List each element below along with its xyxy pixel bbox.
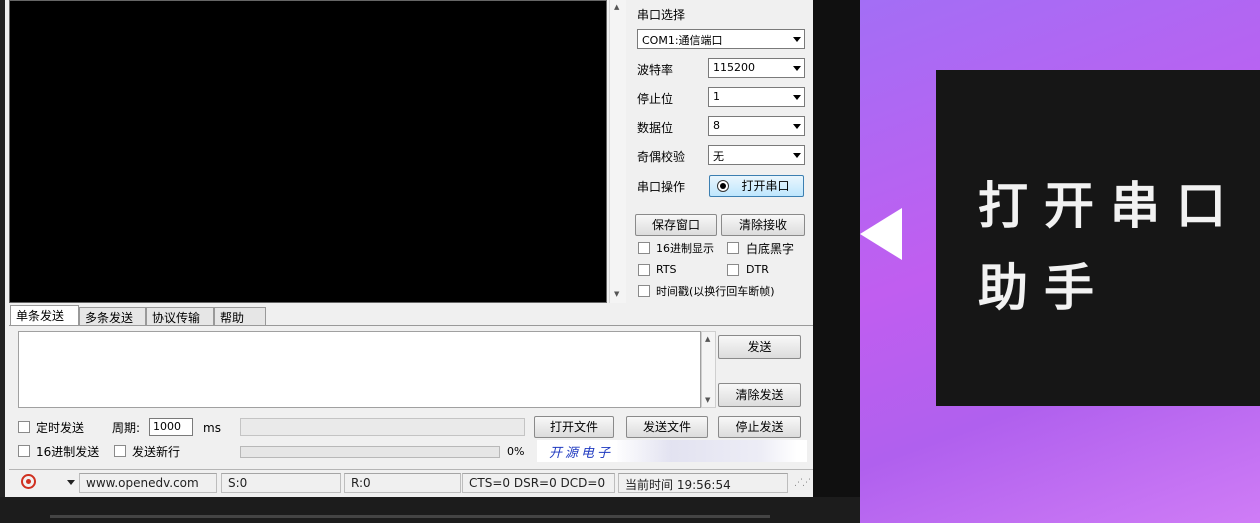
chevron-down-icon xyxy=(793,66,801,71)
send-newline-label: 发送新行 xyxy=(132,445,181,459)
resize-grip-icon[interactable]: ⋰⋰ xyxy=(794,478,811,488)
send-file-button[interactable]: 发送文件 xyxy=(626,416,708,438)
tab-single-send[interactable]: 单条发送 xyxy=(10,305,79,326)
slide-card: 打开串口 助手 xyxy=(936,70,1260,406)
data-bits-value: 8 xyxy=(713,119,720,132)
white-bg-label: 白底黑字 xyxy=(746,242,795,256)
status-line-signals: CTS=0 DSR=0 DCD=0 xyxy=(462,473,615,493)
presentation-slide: 打开串口 助手 xyxy=(860,0,1260,523)
stop-bits-value: 1 xyxy=(713,90,720,103)
send-progress-bar xyxy=(240,446,500,458)
status-sent-count: S:0 xyxy=(221,473,341,493)
arrow-left-icon xyxy=(860,208,902,260)
hex-display-checkbox[interactable] xyxy=(638,242,650,254)
parity-label: 奇偶校验 xyxy=(637,150,686,164)
stop-send-button[interactable]: 停止发送 xyxy=(718,416,801,438)
chevron-down-icon[interactable] xyxy=(67,480,75,485)
scroll-up-icon[interactable]: ▲ xyxy=(614,3,619,11)
tab-protocol[interactable]: 协议传输 xyxy=(146,307,214,325)
baud-rate-value: 115200 xyxy=(713,61,755,74)
file-path-field[interactable] xyxy=(240,418,525,436)
status-website[interactable]: www.openedv.com xyxy=(79,473,217,493)
port-select-combo[interactable]: COM1:通信端口 xyxy=(637,29,805,49)
send-scrollbar[interactable]: ▲ ▼ xyxy=(701,331,716,408)
open-file-button[interactable]: 打开文件 xyxy=(534,416,614,438)
chevron-down-icon xyxy=(793,95,801,100)
status-recv-count: R:0 xyxy=(344,473,461,493)
stop-bits-label: 停止位 xyxy=(637,92,674,106)
banner-blur xyxy=(617,440,797,462)
save-window-button[interactable]: 保存窗口 xyxy=(635,214,717,236)
dtr-checkbox[interactable] xyxy=(727,264,739,276)
receive-scrollbar[interactable]: ▲ ▼ xyxy=(609,0,626,303)
tab-help[interactable]: 帮助 xyxy=(214,307,266,325)
clear-receive-button[interactable]: 清除接收 xyxy=(721,214,805,236)
tab-multi-send[interactable]: 多条发送 xyxy=(79,307,146,325)
tab-divider xyxy=(9,325,813,326)
scroll-down-icon[interactable]: ▼ xyxy=(614,290,619,298)
rts-label: RTS xyxy=(656,263,677,276)
open-port-button[interactable]: 打开串口 xyxy=(709,175,804,197)
status-current-time: 当前时间 19:56:54 xyxy=(618,473,788,493)
clear-send-button[interactable]: 清除发送 xyxy=(718,383,801,407)
parity-combo[interactable]: 无 xyxy=(708,145,805,165)
send-button[interactable]: 发送 xyxy=(718,335,801,359)
parity-value: 无 xyxy=(713,150,724,163)
port-select-value: COM1:通信端口 xyxy=(642,34,723,47)
dtr-label: DTR xyxy=(746,263,769,276)
send-newline-checkbox[interactable] xyxy=(114,445,126,457)
timestamp-checkbox[interactable] xyxy=(638,285,650,297)
open-port-label: 打开串口 xyxy=(741,179,790,193)
monitor-bottom-bezel xyxy=(0,497,860,523)
stop-bits-combo[interactable]: 1 xyxy=(708,87,805,107)
period-label: 周期: xyxy=(112,421,141,435)
progress-percent: 0% xyxy=(507,445,525,458)
white-bg-checkbox[interactable] xyxy=(727,242,739,254)
hex-display-label: 16进制显示 xyxy=(656,242,714,255)
period-input[interactable]: 1000 xyxy=(149,418,193,436)
slide-title-line-1: 打开串口 xyxy=(978,176,1242,235)
timestamp-label: 时间戳(以换行回车断帧) xyxy=(656,285,775,298)
serial-assistant-window: ▲ ▼ 串口选择 COM1:通信端口 波特率 115200 停止位 1 数据位 … xyxy=(5,0,813,497)
scroll-down-icon[interactable]: ▼ xyxy=(705,396,710,404)
data-bits-label: 数据位 xyxy=(637,121,674,135)
baud-rate-label: 波特率 xyxy=(637,63,674,77)
port-operation-label: 串口操作 xyxy=(637,180,686,194)
rts-checkbox[interactable] xyxy=(638,264,650,276)
chevron-down-icon xyxy=(793,124,801,129)
radio-indicator-icon xyxy=(717,180,729,192)
banner-text: 开源电子 xyxy=(549,446,614,461)
scroll-up-icon[interactable]: ▲ xyxy=(705,335,710,343)
baud-rate-combo[interactable]: 115200 xyxy=(708,58,805,78)
timed-send-checkbox[interactable] xyxy=(18,421,30,433)
port-select-label: 串口选择 xyxy=(637,8,686,22)
chevron-down-icon xyxy=(793,37,801,42)
record-icon[interactable] xyxy=(21,474,36,489)
hex-send-label: 16进制发送 xyxy=(36,445,100,459)
hex-send-checkbox[interactable] xyxy=(18,445,30,457)
slide-title-line-2: 助手 xyxy=(978,258,1110,317)
timed-send-label: 定时发送 xyxy=(36,421,85,435)
send-input[interactable] xyxy=(18,331,701,408)
period-unit: ms xyxy=(203,421,221,435)
banner-ad[interactable]: 开源电子 xyxy=(537,440,807,462)
status-bar: www.openedv.com S:0 R:0 CTS=0 DSR=0 DCD=… xyxy=(9,469,813,494)
chevron-down-icon xyxy=(793,153,801,158)
data-bits-combo[interactable]: 8 xyxy=(708,116,805,136)
monitor-bezel xyxy=(813,0,860,523)
receive-area[interactable] xyxy=(9,0,607,303)
